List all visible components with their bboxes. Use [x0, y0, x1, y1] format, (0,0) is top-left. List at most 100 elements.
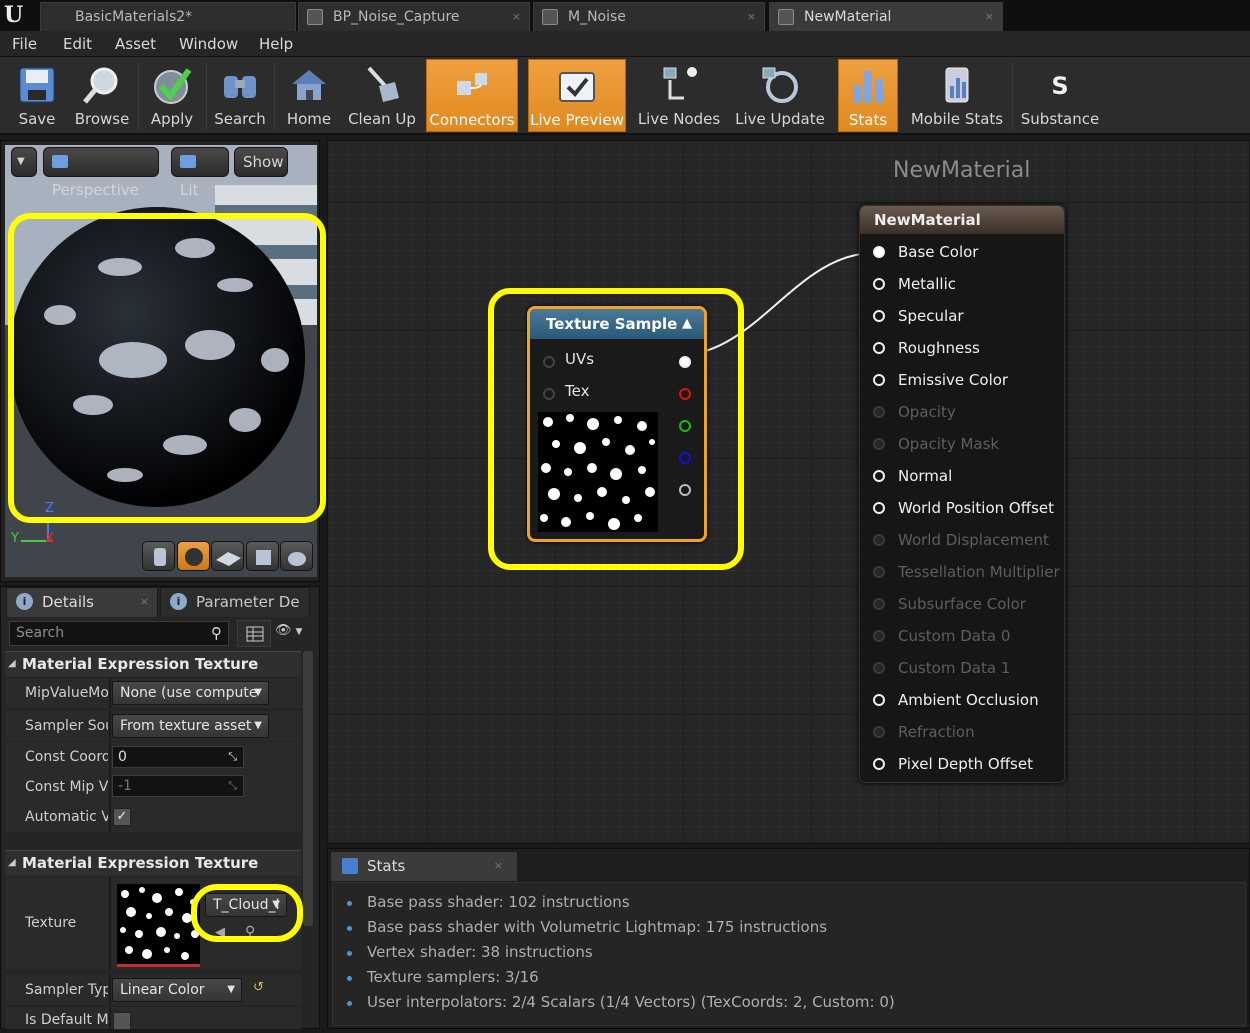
tab-newmaterial[interactable]: NewMaterial × [769, 2, 1003, 31]
material-input-pin[interactable] [873, 246, 885, 258]
tex-input-pin[interactable] [543, 388, 555, 400]
material-input-pin[interactable] [873, 694, 885, 706]
category-texture-sample[interactable]: ◢ Material Expression Texture Sample [5, 651, 301, 697]
material-input-pin[interactable] [873, 342, 885, 354]
menu-edit[interactable]: Edit [63, 31, 92, 57]
tab-m-noise[interactable]: M_Noise × [533, 2, 765, 31]
material-input-specular[interactable]: Specular [860, 301, 1060, 333]
close-icon[interactable]: × [494, 852, 503, 880]
close-icon[interactable]: × [140, 588, 149, 616]
material-input-pin[interactable] [873, 726, 885, 738]
sphere-preview-button[interactable] [177, 541, 210, 571]
tab-bp-noise-capture[interactable]: BP_Noise_Capture × [298, 2, 530, 31]
category-texture-base[interactable]: ◢ Material Expression Texture Base [5, 850, 301, 896]
tab-parameter-defaults[interactable]: i Parameter De [160, 587, 310, 617]
visibility-dropdown[interactable]: 👁 ▼ [275, 623, 315, 645]
const-coordinate-input[interactable]: 0 ⤡ [112, 746, 244, 768]
sampler-type-combo[interactable]: Linear Color ▼ [112, 978, 242, 1002]
material-input-custom-data-0[interactable]: Custom Data 0 [860, 621, 1060, 653]
close-icon[interactable]: × [512, 3, 521, 31]
material-input-metallic[interactable]: Metallic [860, 269, 1060, 301]
material-input-pin[interactable] [873, 406, 885, 418]
menu-file[interactable]: File [12, 31, 37, 57]
material-input-roughness[interactable]: Roughness [860, 333, 1060, 365]
tab-details[interactable]: i Details × [6, 587, 158, 617]
material-input-pin[interactable] [873, 598, 885, 610]
material-input-pin[interactable] [873, 470, 885, 482]
live-preview-button[interactable]: Live Preview [528, 59, 626, 132]
g-output-pin[interactable] [679, 420, 691, 432]
apply-button[interactable]: Apply [142, 59, 202, 132]
close-icon[interactable]: × [747, 3, 756, 31]
save-button[interactable]: Save [6, 59, 68, 132]
close-icon[interactable]: × [985, 3, 994, 31]
menu-asset[interactable]: Asset [115, 31, 156, 57]
material-input-world-displacement[interactable]: World Displacement [860, 525, 1060, 557]
material-input-pin[interactable] [873, 502, 885, 514]
a-output-pin[interactable] [679, 484, 691, 496]
is-default-checkbox[interactable] [113, 1012, 131, 1030]
mip-value-mode-combo[interactable]: None (use compute ▼ [112, 681, 269, 705]
reset-to-default-icon[interactable]: ↺ [253, 980, 264, 995]
live-nodes-button[interactable]: Live Nodes [636, 59, 722, 132]
const-mip-value-input[interactable]: -1 ⤡ [112, 775, 244, 797]
material-input-pixel-depth-offset[interactable]: Pixel Depth Offset [860, 749, 1060, 781]
mobile-stats-button[interactable]: Mobile Stats [906, 59, 1008, 132]
collapse-arrow-icon[interactable]: ▲ [682, 309, 692, 339]
material-input-pin[interactable] [873, 758, 885, 770]
live-update-button[interactable]: Live Update [734, 59, 826, 132]
texture-sample-node[interactable]: Texture Sample ▲ UVs Tex [527, 306, 707, 542]
property-matrix-button[interactable] [237, 620, 271, 647]
material-input-pin[interactable] [873, 566, 885, 578]
viewport-options-dropdown[interactable]: ▼ [11, 147, 37, 177]
custom-mesh-preview-button[interactable] [280, 541, 313, 571]
material-input-opacity-mask[interactable]: Opacity Mask [860, 429, 1060, 461]
material-input-pin[interactable] [873, 438, 885, 450]
material-input-base-color[interactable]: Base Color [860, 237, 1060, 269]
use-selected-arrow-icon[interactable]: ◀ [215, 925, 225, 940]
material-result-node-header[interactable]: NewMaterial [860, 206, 1064, 234]
tab-stats[interactable]: Stats × [330, 851, 518, 881]
menu-window[interactable]: Window [179, 31, 238, 57]
material-input-pin[interactable] [873, 662, 885, 674]
material-input-ambient-occlusion[interactable]: Ambient Occlusion [860, 685, 1060, 717]
material-input-emissive-color[interactable]: Emissive Color [860, 365, 1060, 397]
material-input-pin[interactable] [873, 534, 885, 546]
browse-button[interactable]: Browse [70, 59, 134, 132]
lit-button[interactable]: Lit [171, 147, 229, 199]
details-scrollbar[interactable] [303, 651, 313, 926]
material-input-custom-data-1[interactable]: Custom Data 1 [860, 653, 1060, 685]
home-button[interactable]: Home [278, 59, 340, 132]
material-input-pin[interactable] [873, 374, 885, 386]
show-button[interactable]: Show [234, 147, 288, 177]
material-input-pin[interactable] [873, 630, 885, 642]
unreal-logo-icon[interactable]: U [4, 2, 32, 28]
stats-button[interactable]: Stats [838, 59, 898, 132]
material-input-refraction[interactable]: Refraction [860, 717, 1060, 749]
details-search-input[interactable]: Search ⚲ [9, 621, 229, 646]
cylinder-preview-button[interactable] [142, 541, 175, 571]
automatic-view-mip-checkbox[interactable]: ✓ [113, 808, 131, 826]
texture-asset-combo[interactable]: T_Cloud_I ▼ [205, 893, 287, 917]
material-input-pin[interactable] [873, 310, 885, 322]
cube-preview-button[interactable] [246, 541, 279, 571]
b-output-pin[interactable] [679, 452, 691, 464]
connectors-button[interactable]: Connectors [426, 59, 518, 132]
material-input-pin[interactable] [873, 278, 885, 290]
material-input-subsurface-color[interactable]: Subsurface Color [860, 589, 1060, 621]
perspective-button[interactable]: Perspective [43, 147, 159, 199]
texture-thumbnail[interactable] [117, 884, 200, 967]
rgb-output-pin[interactable] [679, 356, 691, 368]
material-input-opacity[interactable]: Opacity [860, 397, 1060, 429]
sampler-source-combo[interactable]: From texture asset ▼ [112, 714, 269, 738]
clean-up-button[interactable]: Clean Up [344, 59, 420, 132]
material-graph[interactable]: NewMaterial Texture Sample ▲ UVs Tex New… [327, 140, 1250, 844]
material-result-node[interactable]: NewMaterial Base Color Metallic Specular Ro… [859, 205, 1065, 783]
r-output-pin[interactable] [679, 388, 691, 400]
menu-help[interactable]: Help [259, 31, 293, 57]
substance-button[interactable]: S Substance [1016, 59, 1104, 132]
search-button[interactable]: Search [210, 59, 270, 132]
browse-asset-icon[interactable]: ⚲ [245, 924, 255, 940]
material-input-normal[interactable]: Normal [860, 461, 1060, 493]
uvs-input-pin[interactable] [543, 356, 555, 368]
